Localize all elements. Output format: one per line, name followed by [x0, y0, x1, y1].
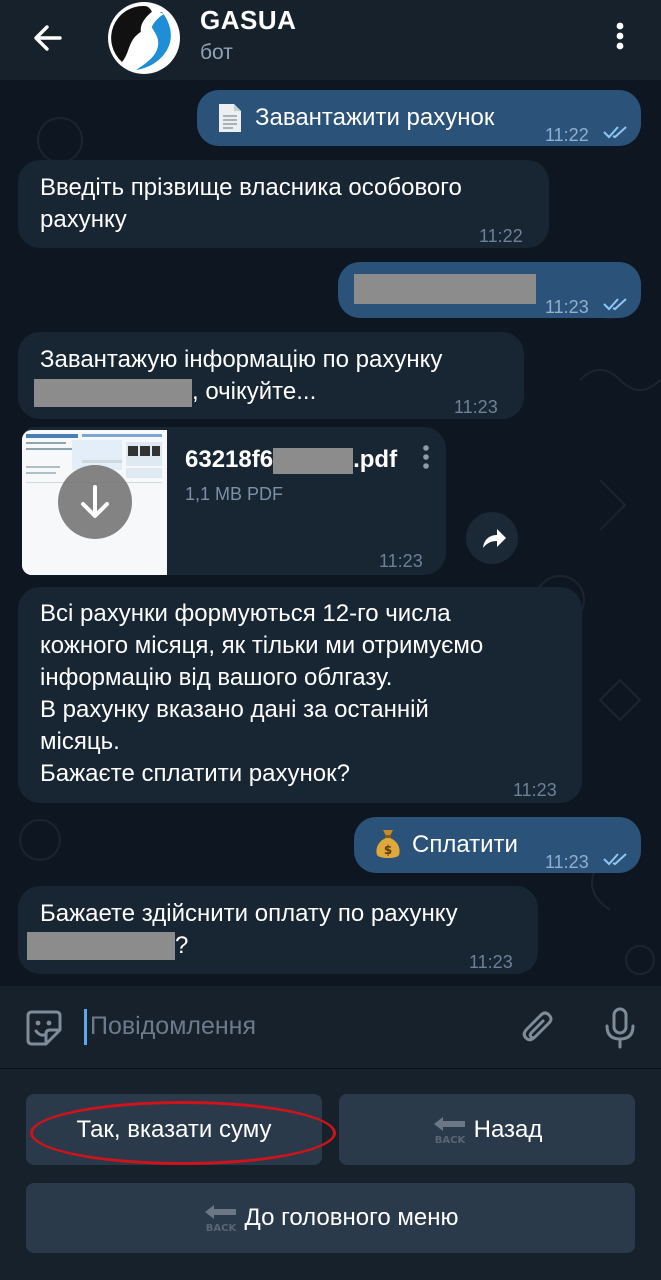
- redacted-text: [34, 379, 192, 407]
- chat-header: GASUA бот: [0, 0, 661, 80]
- message-time: 11:23: [454, 397, 498, 417]
- message-text: Завантажити рахунок: [255, 104, 495, 131]
- forward-button[interactable]: [466, 512, 518, 564]
- voice-record-button[interactable]: [600, 1006, 640, 1050]
- paperclip-icon: [522, 1011, 553, 1042]
- back-button-keyboard[interactable]: BACK Назад: [339, 1094, 635, 1165]
- file-name-suffix: .pdf: [353, 446, 398, 473]
- message-outgoing[interactable]: Завантажити рахунок 11:22: [197, 90, 641, 146]
- message-time: 11:23: [545, 297, 589, 317]
- download-arrow-icon: [81, 485, 109, 518]
- more-vertical-icon: [616, 22, 624, 50]
- arrow-left-icon: [34, 25, 62, 51]
- chat-title[interactable]: GASUA: [200, 5, 296, 36]
- svg-text:$: $: [384, 843, 392, 857]
- redacted-text: [354, 274, 536, 304]
- message-text-line-2: кожного місяця, як тільки ми отримуємо: [40, 632, 484, 659]
- main-menu-button[interactable]: BACK До головного меню: [26, 1183, 635, 1253]
- message-input[interactable]: [90, 1006, 490, 1046]
- yes-specify-amount-button[interactable]: Так, вказати суму: [26, 1094, 322, 1165]
- download-button[interactable]: [58, 465, 132, 539]
- button-label: Так, вказати суму: [76, 1115, 272, 1143]
- document-icon: [219, 104, 241, 132]
- share-arrow-icon: [483, 529, 506, 548]
- message-text-line-1: Всі рахунки формуються 12-го числа: [40, 600, 451, 627]
- sticker-smile-icon: [26, 1010, 62, 1046]
- message-text-line-5: місяць.: [40, 728, 120, 755]
- double-check-icon: [603, 126, 627, 139]
- message-incoming[interactable]: Бажаете здійснити оплату по рахунку ? 11…: [18, 886, 538, 974]
- message-time: 11:22: [545, 125, 589, 145]
- back-arrow-icon: BACK: [203, 1203, 239, 1234]
- message-text-line-3: інформацію від вашого облгазу.: [40, 664, 393, 691]
- redacted-text: [273, 447, 354, 474]
- emoji-button[interactable]: [24, 1008, 64, 1048]
- message-text-line-1: Бажаете здійснити оплату по рахунку: [40, 900, 458, 927]
- back-icon-text: BACK: [205, 1223, 237, 1233]
- file-name[interactable]: 63218f6 .pdf: [185, 446, 397, 474]
- message-input-bar: [0, 986, 661, 1069]
- button-label: До головного меню: [244, 1204, 459, 1231]
- telegram-chat-screen: GASUA бот Завантажити рахунок 11:22 Введ…: [0, 0, 661, 1280]
- chat-subtitle: бот: [200, 41, 233, 64]
- file-size: 1,1 MB PDF: [185, 484, 284, 504]
- message-time: 11:23: [545, 852, 589, 872]
- message-text-line-4: В рахунку вказано дані за останній: [40, 696, 429, 723]
- text-cursor: [84, 1009, 87, 1045]
- message-outgoing[interactable]: $ Сплатити 11:23: [354, 817, 641, 873]
- message-time: 11:23: [469, 952, 513, 972]
- back-arrow-icon: BACK: [432, 1115, 468, 1146]
- message-text-line-6: Бажаєте сплатити рахунок?: [40, 760, 350, 787]
- message-outgoing[interactable]: 11:23: [338, 262, 641, 318]
- attach-button[interactable]: [518, 1008, 558, 1048]
- more-vertical-icon[interactable]: [418, 443, 434, 473]
- message-text-line-1: Завантажую інформацію по рахунку: [40, 346, 443, 373]
- message-text-line-2: ?: [175, 932, 189, 959]
- file-name-prefix: 63218f6: [185, 446, 274, 473]
- back-button[interactable]: [28, 18, 68, 58]
- message-incoming[interactable]: Всі рахунки формуються 12-го числа кожно…: [18, 587, 582, 803]
- money-bag-icon: $: [376, 830, 400, 858]
- message-time: 11:23: [513, 780, 557, 800]
- message-incoming[interactable]: Введіть прізвище власника особового раху…: [18, 160, 549, 248]
- message-time: 11:23: [379, 551, 423, 571]
- bot-avatar[interactable]: [108, 2, 180, 74]
- button-label: Назад: [473, 1115, 543, 1143]
- back-icon-text: BACK: [434, 1135, 466, 1145]
- double-check-icon: [603, 853, 627, 866]
- menu-button[interactable]: [604, 16, 636, 56]
- message-text-line-1: Введіть прізвище власника особового: [40, 174, 462, 201]
- message-time: 11:22: [479, 226, 523, 246]
- message-text-line-2: рахунку: [40, 206, 127, 233]
- double-check-icon: [603, 298, 627, 311]
- message-text: Сплатити: [412, 831, 518, 858]
- redacted-text: [27, 932, 175, 960]
- microphone-icon: [605, 1007, 635, 1049]
- gasua-logo-icon: [110, 4, 178, 72]
- message-text-line-2: , очікуйте...: [192, 378, 317, 405]
- message-incoming[interactable]: Завантажую інформацію по рахунку , очіку…: [18, 332, 524, 419]
